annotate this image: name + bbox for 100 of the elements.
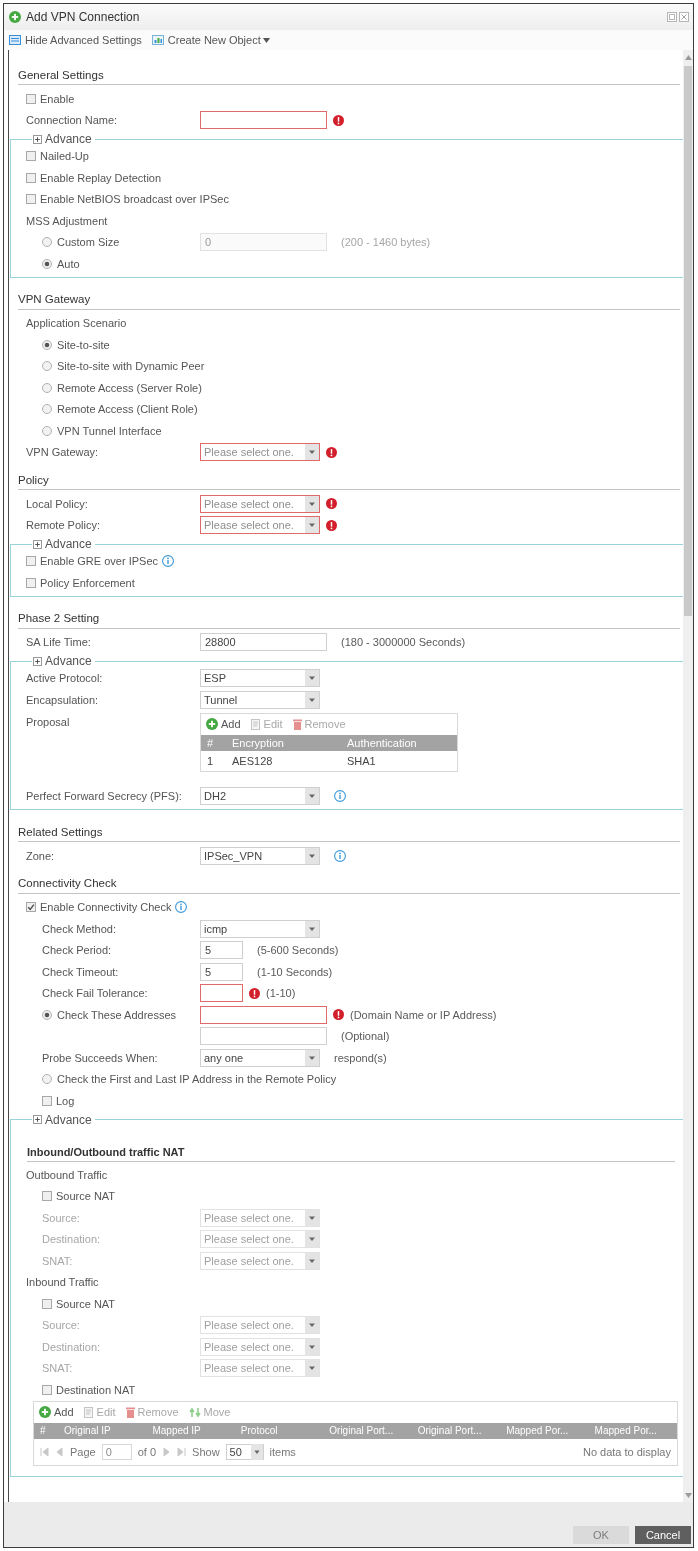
radio-button[interactable] [42, 1009, 52, 1020]
hint-text: (200 - 1460 bytes) [341, 236, 431, 249]
radio-label: Site-to-site [57, 338, 110, 351]
checkbox[interactable] [26, 556, 36, 567]
checkbox-label: Nailed-Up [40, 150, 89, 163]
section-title: Connectivity Check [18, 877, 117, 889]
checkbox-label: Enable GRE over IPSec [40, 555, 158, 568]
dropdown[interactable]: Please select one. [200, 516, 320, 535]
checkbox-label: Log [56, 1094, 75, 1107]
input-field[interactable] [200, 1005, 327, 1024]
checkbox[interactable] [42, 1298, 52, 1309]
dropdown[interactable]: ESP [200, 669, 320, 688]
checkbox-label: Destination NAT [56, 1383, 136, 1396]
input-field[interactable]: 28800 [200, 633, 327, 652]
hint-text: (180 - 3000000 Seconds) [341, 636, 466, 649]
advance-toggle[interactable]: Advance [33, 133, 92, 145]
dropdown[interactable]: any one [200, 1048, 320, 1067]
info-icon[interactable] [334, 849, 346, 862]
column-header[interactable]: Original IP [58, 1425, 147, 1436]
input-field[interactable]: 5 [200, 941, 243, 960]
input-field[interactable] [200, 111, 327, 130]
section-title: Phase 2 Setting [18, 612, 100, 624]
column-header[interactable]: Mapped IP [146, 1425, 235, 1436]
checkbox[interactable] [42, 1384, 52, 1395]
scroll-down-icon[interactable] [684, 1493, 692, 1498]
hint-text: (5-600 Seconds) [257, 944, 339, 957]
scrollbar-thumb[interactable] [684, 66, 692, 616]
hint-text: (1-10) [266, 987, 296, 1000]
field-label: SNAT: [42, 1254, 73, 1267]
close-icon[interactable] [679, 12, 689, 22]
field-label: Check Timeout: [42, 965, 119, 978]
checkbox[interactable] [26, 93, 36, 104]
group-label: Outbound Traffic [26, 1168, 108, 1181]
toolbar-button[interactable]: Hide Advanced Settings [9, 34, 142, 46]
hint-text: (1-10 Seconds) [257, 965, 333, 978]
group-label: MSS Adjustment [26, 214, 108, 227]
checkbox-label: Source NAT [56, 1190, 116, 1203]
dropdown[interactable]: DH2 [200, 787, 320, 806]
radio-button[interactable] [42, 258, 52, 269]
scrollbar[interactable] [683, 50, 693, 1502]
dropdown[interactable]: IPSec_VPN [200, 846, 320, 865]
radio-button[interactable] [42, 1074, 52, 1085]
dropdown[interactable]: icmp [200, 919, 320, 938]
expand-icon [33, 134, 42, 144]
radio-button[interactable] [42, 361, 52, 372]
page-input[interactable]: 0 [101, 1443, 132, 1460]
checkbox[interactable] [26, 172, 36, 183]
input-field[interactable]: 5 [200, 962, 243, 981]
input-field[interactable] [200, 1027, 327, 1046]
column-header[interactable]: Original Port... [323, 1425, 412, 1436]
checkbox[interactable] [26, 151, 36, 162]
advance-toggle[interactable]: Advance [33, 1113, 92, 1126]
column-header[interactable]: Encryption [226, 736, 341, 749]
advance-toggle[interactable]: Advance [33, 538, 92, 550]
table-cell-text: SHA1 [346, 754, 377, 767]
field-label: Destination: [42, 1340, 101, 1353]
footer-button[interactable]: Cancel [635, 1526, 691, 1544]
column-header[interactable]: Original Port... [411, 1425, 501, 1436]
hint-text: (Optional) [341, 1030, 390, 1043]
error-icon [333, 114, 344, 126]
info-icon[interactable] [162, 555, 174, 568]
checkbox[interactable] [26, 194, 36, 205]
checkbox[interactable] [26, 577, 36, 588]
dropdown[interactable]: Tunnel [200, 690, 320, 709]
radio-button[interactable] [42, 425, 52, 436]
info-icon[interactable] [175, 901, 188, 914]
maximize-icon[interactable] [667, 12, 677, 22]
radio-button[interactable] [42, 382, 52, 393]
toolbar-button[interactable]: Add [206, 718, 241, 730]
toolbar-button[interactable]: Create New Object [151, 34, 270, 46]
error-icon [249, 987, 260, 999]
checkbox[interactable] [42, 1095, 52, 1106]
hint-text: respond(s) [334, 1051, 387, 1064]
scroll-up-icon[interactable] [684, 55, 692, 60]
dropdown[interactable]: Please select one. [200, 494, 320, 513]
pager-label: Page [70, 1445, 96, 1458]
checkbox[interactable] [26, 902, 36, 913]
column-header[interactable]: Mapped Por... [588, 1425, 677, 1436]
radio-label: VPN Tunnel Interface [57, 424, 162, 437]
column-header[interactable]: Mapped Por... [500, 1425, 589, 1436]
checkbox[interactable] [42, 1191, 52, 1202]
radio-button[interactable] [42, 404, 52, 415]
advance-toggle[interactable]: Advance [33, 655, 92, 667]
error-icon [326, 519, 337, 531]
dropdown[interactable]: Please select one. [200, 443, 320, 462]
input-field[interactable] [200, 984, 243, 1003]
field-label: Check Fail Tolerance: [42, 987, 148, 1000]
radio-button[interactable] [42, 339, 52, 350]
trash-icon [292, 718, 302, 730]
column-header[interactable]: # [34, 1425, 58, 1436]
column-header[interactable]: Authentication [341, 736, 457, 749]
field-label: Destination: [42, 1233, 101, 1246]
column-header[interactable]: Protocol [234, 1425, 324, 1436]
info-icon[interactable] [334, 790, 346, 803]
page-size-dropdown[interactable]: 50 [225, 1443, 264, 1460]
column-header[interactable]: # [201, 736, 226, 749]
field-label: Source: [42, 1211, 80, 1224]
field-label: Local Policy: [26, 497, 88, 510]
field-label: VPN Gateway: [26, 446, 99, 459]
toolbar-button[interactable]: Add [39, 1406, 74, 1418]
